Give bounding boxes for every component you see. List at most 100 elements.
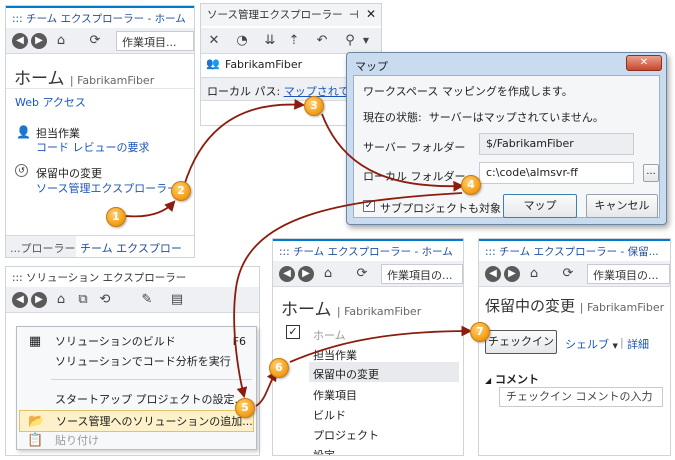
toolbar: ◀ ▶ ⌂ ⟳ 作業項目の... xyxy=(479,261,670,287)
details-link[interactable]: 詳細 xyxy=(627,336,649,352)
collapse-icon: ◢ xyxy=(485,376,492,385)
pending-changes-label: 保留中の変更 xyxy=(36,167,102,180)
step-bubble-1: 1 xyxy=(106,207,126,227)
dialog-title: マップ xyxy=(355,60,388,73)
delete-icon[interactable]: ✕ xyxy=(205,32,223,50)
nav-item-assigned-work[interactable]: 担当作業 xyxy=(313,347,357,363)
local-folder-field[interactable]: c:\code\almsvr-ff xyxy=(479,162,634,184)
menu-item-build-solution[interactable]: ▦ ソリューションのビルド F6 xyxy=(17,331,256,353)
toolbar: ◀ ▶ ⌂ ⧉ ⟲ ✎ ▤ xyxy=(6,287,259,313)
menu-item-label: ソース管理へのソリューションの追加... xyxy=(56,415,253,428)
code-review-link[interactable]: コード レビューの要求 xyxy=(36,139,150,155)
forward-icon[interactable]: ▶ xyxy=(298,266,314,282)
checkin-button[interactable]: チェックイン xyxy=(485,330,557,354)
status-text: 現在の状態: サーバーはマップされていません。 xyxy=(363,111,604,124)
subprojects-checkbox[interactable]: ✓ xyxy=(363,200,375,212)
dialog-close-button[interactable]: ✕ xyxy=(626,55,662,71)
refresh-icon[interactable]: ⟳ xyxy=(559,265,577,283)
back-icon[interactable]: ◀ xyxy=(279,266,295,282)
team-explorer-nav-panel: ::: チーム エクスプローラー - ホーム ◀ ▶ ⌂ ⟳ 作業項目の... … xyxy=(272,238,464,456)
link-separator: | xyxy=(620,336,624,349)
forward-icon[interactable]: ▶ xyxy=(31,33,47,49)
home-icon[interactable]: ⌂ xyxy=(52,291,70,309)
cancel-button[interactable]: キャンセル xyxy=(586,194,658,218)
refresh-icon[interactable]: ⟳ xyxy=(86,32,104,50)
page-title: ホーム | FabrikamFiber xyxy=(281,300,422,320)
collapse-icon[interactable]: ⧉ xyxy=(74,291,92,309)
subprojects-label: サブプロジェクトも対象 xyxy=(380,202,501,215)
dialog-body: ワークスペース マッピングを作成します。 現在の状態: サーバーはマップされてい… xyxy=(353,75,660,218)
check-icon: ✓ xyxy=(286,325,300,339)
project-name: FabrikamFiber xyxy=(344,305,422,318)
nav-item-builds[interactable]: ビルド xyxy=(313,407,346,423)
undo-icon[interactable]: ↶ xyxy=(313,32,331,50)
menu-item-paste[interactable]: 📋 貼り付け xyxy=(17,430,256,452)
wrench-icon[interactable]: ✎ xyxy=(138,291,156,309)
menu-item-add-to-source-control[interactable]: 📂 ソース管理へのソリューションの追加... xyxy=(19,410,254,432)
get-latest-icon[interactable]: ⇊ xyxy=(261,32,279,50)
panel-title: ::: ソリューション エクスプローラー xyxy=(12,272,187,284)
server-name: FabrikamFiber xyxy=(225,58,303,71)
team-explorer-pending-panel: ::: チーム エクスプローラー - 保留... ◀ ▶ ⌂ ⟳ 作業項目の..… xyxy=(478,238,671,456)
sync-icon[interactable]: ⟲ xyxy=(96,291,114,309)
back-icon[interactable]: ◀ xyxy=(12,33,28,49)
browse-button[interactable]: ... xyxy=(643,164,659,182)
comment-section-header[interactable]: ◢ コメント xyxy=(485,371,539,387)
work-items-combo[interactable]: 作業項目の... xyxy=(381,264,463,284)
upload-icon[interactable]: ⇡ xyxy=(285,32,303,50)
page-title-text: 保留中の変更 xyxy=(485,297,576,315)
toolbar: ◀ ▶ ⌂ ⟳ 作業項目... xyxy=(6,28,194,54)
toolbar: ◀ ▶ ⌂ ⟳ 作業項目の... xyxy=(273,261,463,287)
map-dialog: マップ ✕ ワークスペース マッピングを作成します。 現在の状態: サーバーはマ… xyxy=(346,52,667,225)
pin-icon[interactable]: ⊣ xyxy=(349,8,359,21)
server-icon: 👥 xyxy=(206,57,220,70)
team-explorer-home-panel: ::: チーム エクスプローラー - ホーム ◀ ▶ ⌂ ⟳ 作業項目... ホ… xyxy=(5,5,195,258)
nav-item-settings[interactable]: 設定 xyxy=(313,447,335,455)
history-icon[interactable]: ◔ xyxy=(233,32,251,50)
chevron-down-icon[interactable]: ▼ xyxy=(357,32,375,50)
forward-icon[interactable]: ▶ xyxy=(504,266,520,282)
shelve-link[interactable]: シェルブ ▼ xyxy=(565,336,618,352)
nav-item-pending-changes[interactable]: 保留中の変更 xyxy=(309,362,459,382)
local-folder-label: ローカル フォルダー xyxy=(363,170,466,183)
folder-add-icon: 📂 xyxy=(28,414,45,429)
refresh-icon[interactable]: ⟳ xyxy=(353,265,371,283)
home-icon[interactable]: ⌂ xyxy=(319,265,337,283)
chevron-down-icon: ▼ xyxy=(612,342,618,350)
build-icon: ▦ xyxy=(28,334,42,349)
nav-item-projects[interactable]: プロジェクト xyxy=(313,427,379,443)
menu-item-label: 貼り付け xyxy=(55,434,99,447)
instruction-text: ワークスペース マッピングを作成します。 xyxy=(363,85,573,98)
back-icon[interactable]: ◀ xyxy=(12,292,28,308)
web-access-link[interactable]: Web アクセス xyxy=(15,94,86,110)
nav-item-home[interactable]: ホーム xyxy=(313,327,346,343)
person-icon: 👤 xyxy=(16,125,31,139)
panel-title: ::: チーム エクスプローラー - ホーム xyxy=(6,6,194,26)
tab-solution-explorer[interactable]: ...プローラー xyxy=(10,240,76,256)
close-icon[interactable]: ✕ xyxy=(366,7,376,21)
work-items-combo[interactable]: 作業項目の... xyxy=(587,264,670,284)
step-bubble-5: 5 xyxy=(235,398,255,418)
server-folder-field: $/FabrikamFiber xyxy=(479,133,634,155)
work-items-combo[interactable]: 作業項目... xyxy=(116,31,194,51)
menu-item-set-startup-projects[interactable]: スタートアップ プロジェクトの設定... xyxy=(17,389,256,411)
nav-item-work-items[interactable]: 作業項目 xyxy=(313,387,357,403)
home-icon[interactable]: ⌂ xyxy=(525,265,543,283)
properties-icon[interactable]: ▤ xyxy=(168,291,186,309)
step-bubble-2: 2 xyxy=(171,181,191,201)
map-button[interactable]: マップ xyxy=(503,194,577,218)
page-title: ホーム | FabrikamFiber xyxy=(14,69,155,89)
source-control-explorer-link[interactable]: ソース管理エクスプローラー xyxy=(36,180,178,196)
comment-input[interactable]: チェックイン コメントの入力 xyxy=(499,387,663,407)
pending-changes-icon: ↺ xyxy=(15,164,28,177)
forward-icon[interactable]: ▶ xyxy=(31,292,47,308)
menu-separator xyxy=(51,379,252,380)
menu-item-label: スタートアップ プロジェクトの設定... xyxy=(55,393,245,406)
menu-item-shortcut: F6 xyxy=(232,335,246,348)
tab-team-explorer[interactable]: チーム エクスプローラー xyxy=(76,236,194,257)
step-bubble-6: 6 xyxy=(269,358,289,378)
back-icon[interactable]: ◀ xyxy=(485,266,501,282)
divider xyxy=(6,88,194,89)
home-icon[interactable]: ⌂ xyxy=(52,32,70,50)
menu-item-run-code-analysis[interactable]: ソリューションでコード分析を実行 xyxy=(17,351,256,373)
